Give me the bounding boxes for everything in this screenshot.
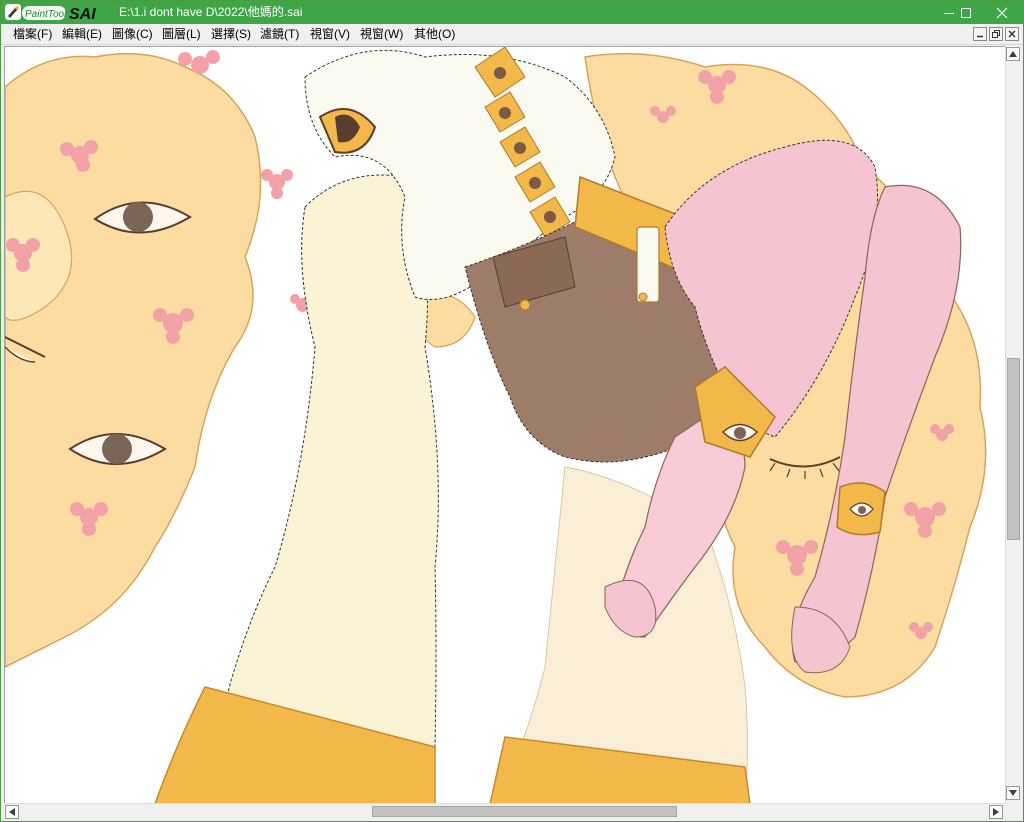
vertical-scrollbar[interactable] xyxy=(1005,46,1021,803)
scroll-right-button[interactable] xyxy=(989,805,1003,819)
horizontal-scroll-thumb[interactable] xyxy=(372,806,677,817)
document-close-button[interactable] xyxy=(1005,27,1019,41)
restore-icon xyxy=(992,30,1000,38)
minimize-icon xyxy=(977,35,983,38)
arrow-right-icon xyxy=(993,808,999,816)
belt-rivet xyxy=(519,299,531,311)
svg-text:PaintTool: PaintTool xyxy=(25,9,67,20)
window-title: E:\1.i dont have D\2022\他媽的.sai xyxy=(119,5,303,19)
app-window: PaintTool SAI E:\1.i dont have D\2022\他媽… xyxy=(0,0,1024,822)
title-bar[interactable]: PaintTool SAI E:\1.i dont have D\2022\他媽… xyxy=(1,1,1023,24)
menu-bar: 檔案(F) 編輯(E) 圖像(C) 圖層(L) 選擇(S) 濾鏡(T) 視窗(V… xyxy=(1,24,1023,45)
menu-window[interactable]: 視窗(W) xyxy=(360,27,403,42)
drawing-canvas[interactable] xyxy=(4,46,1005,803)
arrow-down-icon xyxy=(1009,790,1017,796)
menu-select[interactable]: 選擇(S) xyxy=(211,27,251,42)
scroll-left-button[interactable] xyxy=(5,805,19,819)
arrow-up-icon xyxy=(1009,51,1017,57)
menu-other[interactable]: 其他(O) xyxy=(414,27,455,42)
close-icon xyxy=(996,7,1008,18)
svg-text:SAI: SAI xyxy=(69,6,96,22)
paint-tool-sai-logo: PaintTool SAI xyxy=(5,4,96,22)
maximize-icon xyxy=(961,7,971,18)
menu-filter[interactable]: 濾鏡(T) xyxy=(260,27,299,42)
menu-file[interactable]: 檔案(F) xyxy=(13,27,52,42)
vertical-scroll-thumb[interactable] xyxy=(1007,358,1020,540)
document-restore-button[interactable] xyxy=(989,27,1003,41)
menu-view[interactable]: 視窗(V) xyxy=(310,27,350,42)
document-minimize-button[interactable] xyxy=(973,27,987,41)
maximize-button[interactable] xyxy=(948,1,984,24)
close-button[interactable] xyxy=(984,1,1020,24)
left-hair-mass xyxy=(5,52,262,668)
artwork xyxy=(5,47,987,803)
belt-tag xyxy=(636,226,660,303)
menu-image[interactable]: 圖像(C) xyxy=(112,27,153,42)
scrollbar-corner xyxy=(1005,803,1021,819)
menu-edit[interactable]: 編輯(E) xyxy=(62,27,102,42)
arrow-left-icon xyxy=(9,808,15,816)
menu-layer[interactable]: 圖層(L) xyxy=(162,27,201,42)
scroll-up-button[interactable] xyxy=(1006,47,1020,61)
close-icon xyxy=(1008,30,1016,38)
scroll-down-button[interactable] xyxy=(1006,786,1020,800)
horizontal-scrollbar[interactable] xyxy=(4,803,1005,819)
